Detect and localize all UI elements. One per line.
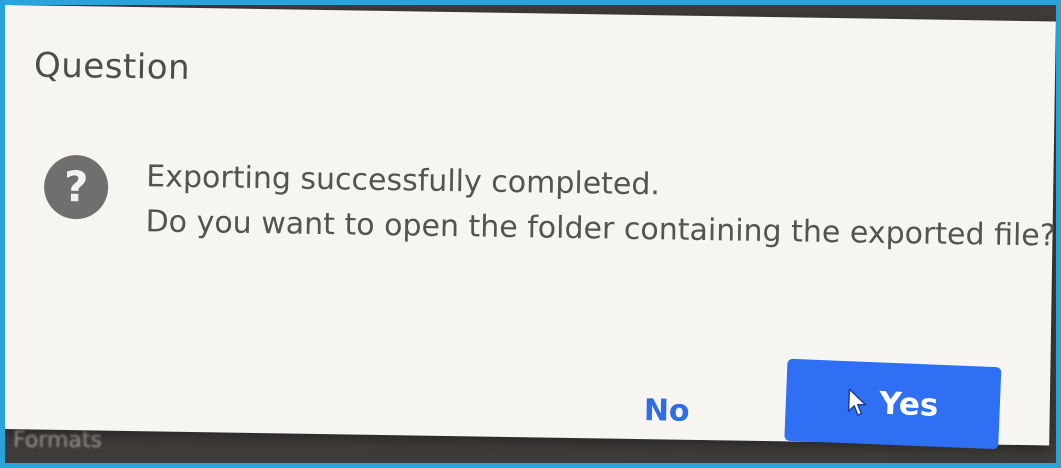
screen-frame: Formats Question ? Exporting successfull… [5, 5, 1056, 463]
yes-button[interactable]: Yes [784, 358, 1002, 450]
question-icon: ? [43, 154, 109, 220]
dialog-message-line-2: Do you want to open the folder containin… [145, 204, 1056, 254]
dialog-message-line-1: Exporting successfully completed. [146, 159, 661, 203]
question-dialog: Question ? Exporting successfully comple… [5, 5, 1056, 450]
mouse-pointer-icon [848, 388, 867, 416]
no-button[interactable]: No [616, 380, 717, 442]
no-button-label: No [643, 392, 690, 429]
dialog-title: Question [33, 45, 191, 88]
yes-button-label: Yes [878, 385, 940, 424]
background-window-text: Formats [13, 428, 102, 453]
